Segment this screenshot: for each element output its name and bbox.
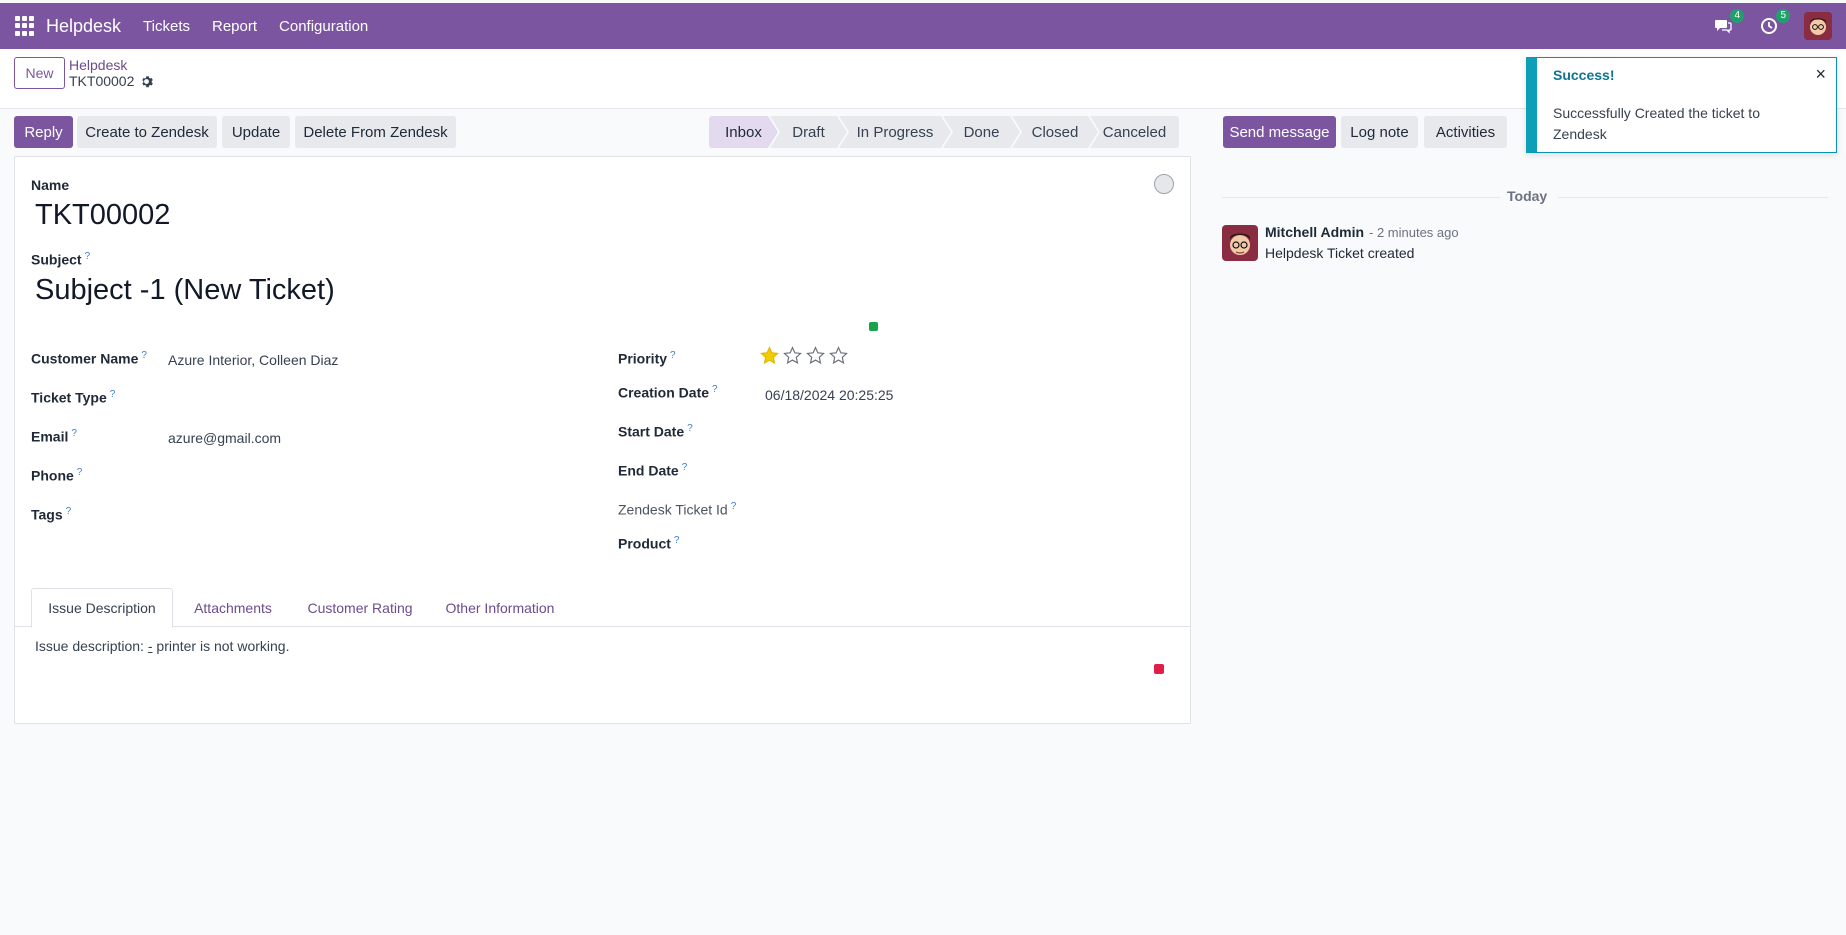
stage-inbox[interactable]: Inbox: [709, 116, 778, 148]
priority-label: Priority?: [618, 350, 676, 367]
toast-message: Successfully Created the ticket to Zende…: [1553, 105, 1760, 142]
name-field[interactable]: TKT00002: [35, 199, 170, 232]
tab-attachments[interactable]: Attachments: [183, 588, 283, 628]
today-label: Today: [1507, 188, 1548, 204]
subject-field[interactable]: Subject -1 (New Ticket): [35, 274, 335, 307]
gear-icon[interactable]: [140, 75, 154, 88]
apps-menu-icon[interactable]: [15, 16, 35, 36]
help-mark: ?: [65, 506, 72, 517]
stage-in-progress[interactable]: In Progress: [839, 116, 951, 148]
start-date-label-text: Start Date: [618, 423, 685, 440]
stage-draft[interactable]: Draft: [770, 116, 847, 148]
tab-customer-rating[interactable]: Customer Rating: [297, 588, 423, 628]
user-avatar[interactable]: [1804, 12, 1832, 40]
status-dot-red: [1154, 664, 1164, 674]
stage-canceled[interactable]: Canceled: [1090, 116, 1179, 148]
subject-label-text: Subject: [31, 251, 82, 268]
tags-label: Tags?: [31, 506, 71, 523]
help-mark: ?: [109, 389, 116, 400]
email-label-text: Email: [31, 428, 69, 445]
breadcrumb-current-label: TKT00002: [69, 73, 135, 89]
close-icon[interactable]: ×: [1815, 64, 1826, 85]
email-label: Email?: [31, 428, 77, 445]
ticket-type-label-text: Ticket Type: [31, 389, 107, 406]
ticket-type-label: Ticket Type?: [31, 389, 115, 406]
reply-button[interactable]: Reply: [14, 116, 73, 148]
activities-clock-icon[interactable]: 5: [1758, 9, 1790, 37]
menu-report[interactable]: Report: [212, 18, 257, 35]
new-button[interactable]: New: [14, 57, 65, 89]
ticket-form-sheet: Name TKT00002 Subject? Subject -1 (New T…: [14, 156, 1191, 724]
star-filled-icon[interactable]: [760, 346, 779, 365]
star-empty-icon[interactable]: [806, 346, 825, 365]
email-field[interactable]: azure@gmail.com: [168, 430, 281, 446]
product-label-text: Product: [618, 535, 671, 552]
help-mark: ?: [673, 535, 680, 546]
zendesk-ticket-id-label-text: Zendesk Ticket Id: [618, 501, 728, 518]
star-empty-icon[interactable]: [829, 346, 848, 365]
message-time: - 2 minutes ago: [1369, 225, 1459, 240]
messages-icon[interactable]: 4: [1712, 9, 1744, 37]
top-navbar: Helpdesk Tickets Report Configuration 4 …: [0, 3, 1846, 49]
start-date-label: Start Date?: [618, 423, 693, 440]
message-body: Helpdesk Ticket created: [1265, 245, 1415, 261]
help-mark: ?: [71, 428, 77, 439]
breadcrumb-parent[interactable]: Helpdesk: [69, 57, 127, 73]
end-date-label: End Date?: [618, 462, 687, 479]
activities-button[interactable]: Activities: [1424, 116, 1507, 148]
help-mark: ?: [712, 384, 718, 395]
messages-badge: 4: [1730, 9, 1744, 23]
name-label: Name: [31, 177, 70, 193]
tags-label-text: Tags: [31, 506, 63, 523]
issue-prefix: Issue description:: [35, 638, 148, 654]
customer-name-field[interactable]: Azure Interior, Colleen Diaz: [168, 352, 338, 368]
tab-other-information[interactable]: Other Information: [431, 588, 569, 628]
delete-from-zendesk-button[interactable]: Delete From Zendesk: [295, 116, 456, 148]
status-dot-green: [869, 322, 878, 331]
zendesk-ticket-id-label: Zendesk Ticket Id?: [618, 501, 736, 518]
customer-name-label: Customer Name?: [31, 350, 147, 367]
app-brand[interactable]: Helpdesk: [46, 16, 121, 37]
help-mark: ?: [670, 350, 676, 361]
issue-rest: printer is not working.: [152, 638, 290, 654]
end-date-label-text: End Date: [618, 462, 679, 479]
help-mark: ?: [84, 251, 91, 262]
stage-done[interactable]: Done: [943, 116, 1020, 148]
product-label: Product?: [618, 535, 679, 552]
help-mark: ?: [687, 423, 693, 434]
success-toast: Success! × Successfully Created the tick…: [1526, 57, 1837, 153]
subject-label: Subject?: [31, 251, 90, 268]
phone-label-text: Phone: [31, 467, 74, 484]
kanban-state-toggle[interactable]: [1154, 174, 1174, 194]
help-mark: ?: [76, 467, 83, 478]
issue-description-text[interactable]: Issue description: - printer is not work…: [35, 638, 289, 654]
creation-date-label-text: Creation Date: [618, 384, 710, 401]
send-message-button[interactable]: Send message: [1223, 116, 1336, 148]
creation-date-label: Creation Date?: [618, 384, 718, 401]
breadcrumb-current: TKT00002: [69, 73, 154, 89]
star-empty-icon[interactable]: [783, 346, 802, 365]
notebook-tabs: Issue Description Attachments Customer R…: [15, 582, 1190, 628]
toast-title: Success!: [1553, 67, 1615, 83]
stage-statusbar: Inbox Draft In Progress Done Closed Canc…: [709, 116, 1179, 148]
customer-name-label-text: Customer Name: [31, 350, 139, 367]
create-to-zendesk-button[interactable]: Create to Zendesk: [77, 116, 217, 148]
log-note-button[interactable]: Log note: [1341, 116, 1418, 148]
priority-label-text: Priority: [618, 350, 668, 367]
today-separator: Today: [1222, 188, 1828, 206]
menu-tickets[interactable]: Tickets: [143, 18, 190, 35]
help-mark: ?: [730, 501, 737, 512]
creation-date-field[interactable]: 06/18/2024 20:25:25: [765, 387, 893, 403]
tab-issue-description[interactable]: Issue Description: [31, 588, 173, 628]
activities-badge: 5: [1776, 9, 1790, 23]
message-author-avatar[interactable]: [1222, 225, 1258, 261]
phone-label: Phone?: [31, 467, 82, 484]
priority-stars[interactable]: [760, 346, 848, 365]
help-mark: ?: [141, 350, 147, 361]
message-author[interactable]: Mitchell Admin: [1265, 224, 1364, 240]
update-button[interactable]: Update: [222, 116, 290, 148]
stage-closed[interactable]: Closed: [1012, 116, 1098, 148]
menu-configuration[interactable]: Configuration: [279, 18, 368, 35]
help-mark: ?: [681, 462, 688, 473]
